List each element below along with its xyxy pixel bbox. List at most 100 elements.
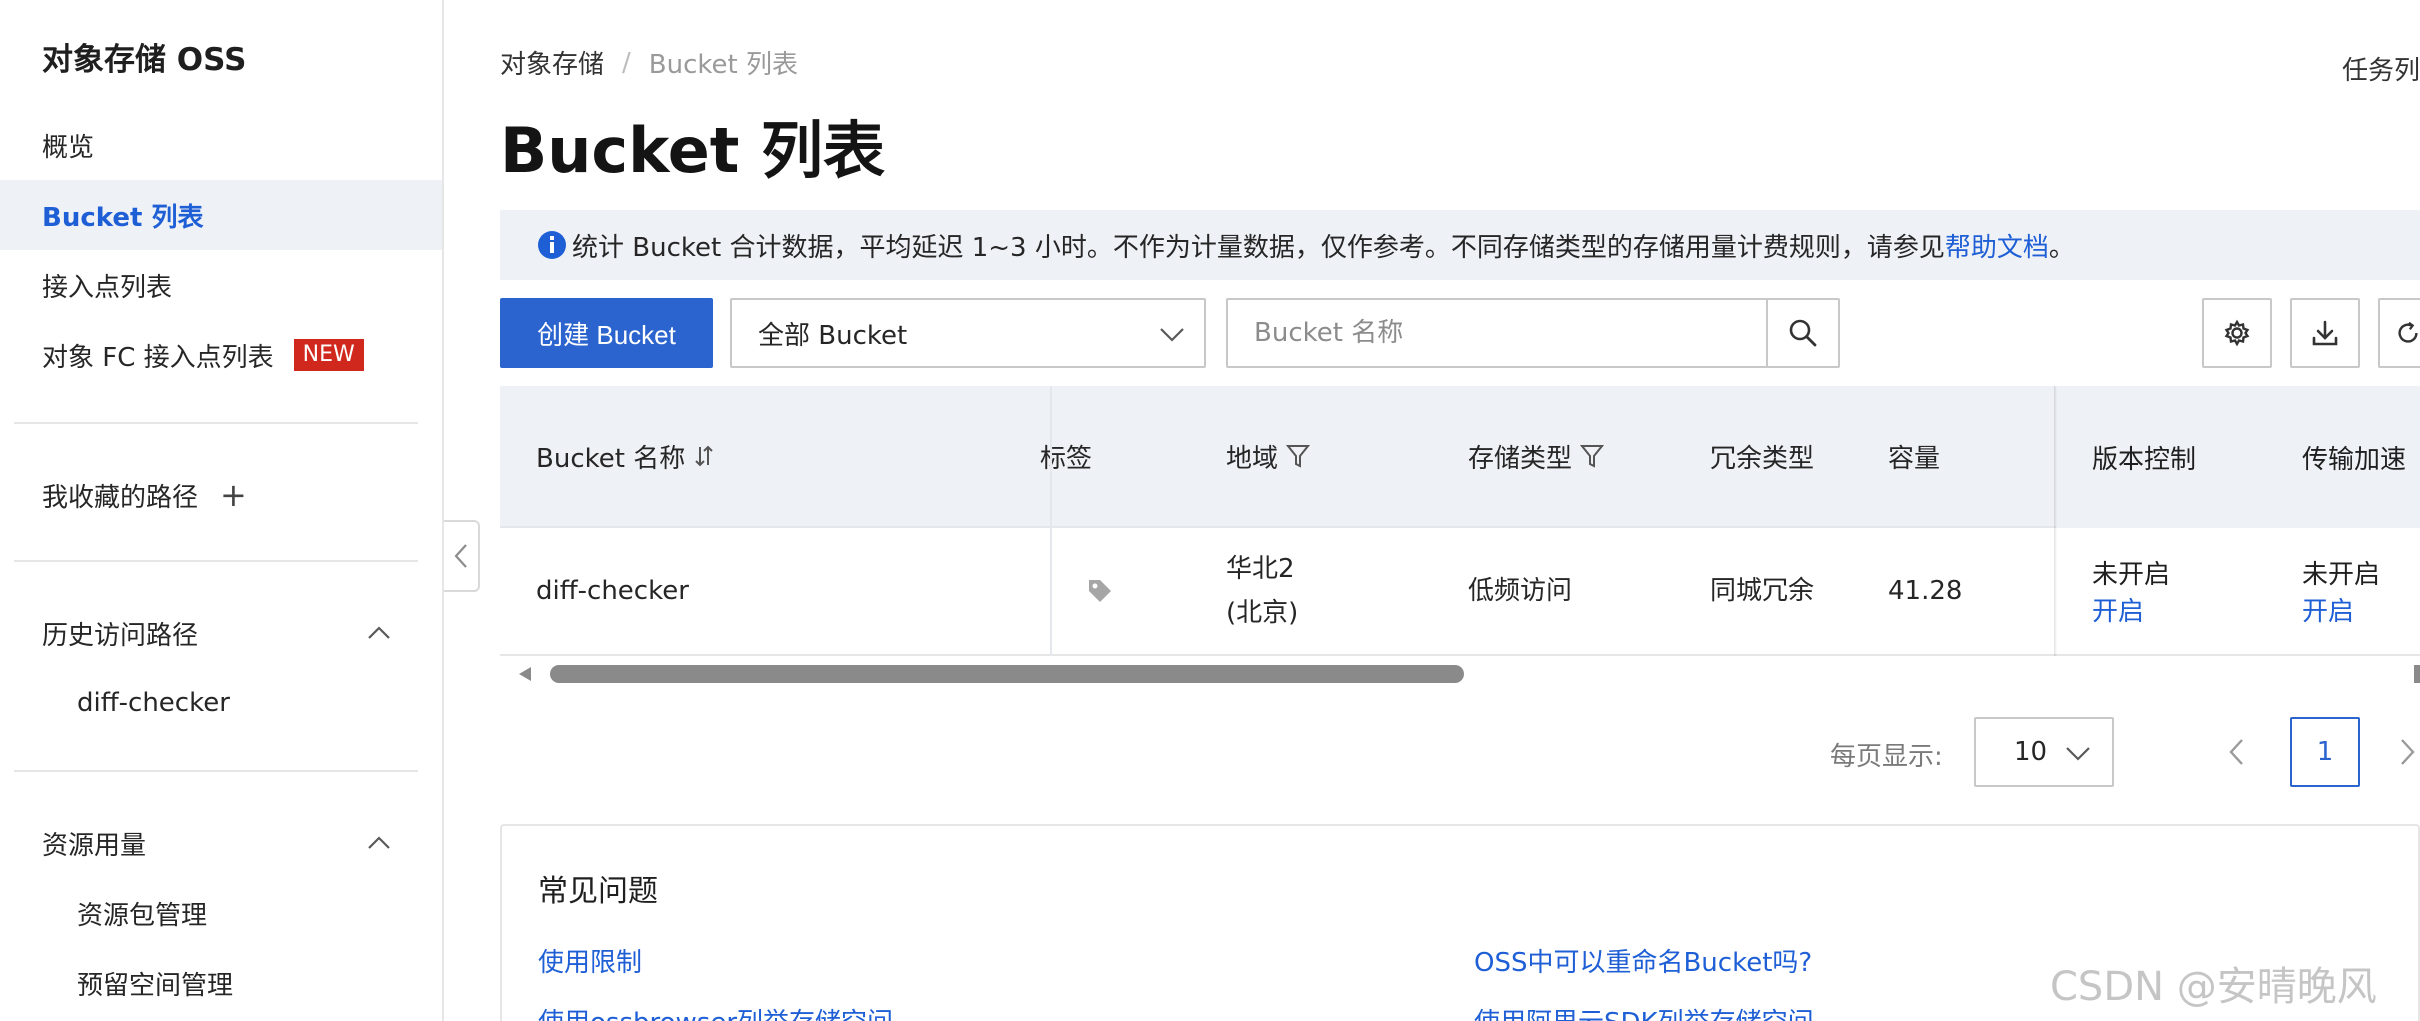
faq-link[interactable]: 使用ossbrowser列举存储空间	[538, 1002, 893, 1021]
search-icon	[1789, 319, 1817, 347]
refresh-button[interactable]	[2378, 298, 2420, 368]
sidebar-item-label: 我收藏的路径	[42, 482, 199, 513]
scroll-left-icon[interactable]	[516, 665, 534, 683]
sidebar-item-resource-packages[interactable]: 资源包管理	[0, 878, 442, 948]
main-content: 对象存储 / Bucket 列表 任务列表 Bucket 列表 统计 Bucke…	[446, 0, 2420, 1021]
sidebar-item-access-points[interactable]: 接入点列表	[0, 250, 442, 320]
chevron-down-icon	[1160, 328, 1184, 342]
enable-versioning-link[interactable]: 开启	[2092, 591, 2144, 628]
capacity-cell: 41.28	[1888, 576, 1963, 606]
sidebar-item-label: 历史访问路径	[42, 620, 199, 651]
page-title: Bucket 列表	[500, 114, 885, 187]
info-notice: 统计 Bucket 合计数据，平均延迟 1~3 小时。不作为计量数据，仅作参考。…	[500, 210, 2420, 280]
breadcrumb: 对象存储 / Bucket 列表	[500, 44, 798, 81]
bucket-table: Bucket 名称 标签 地域 存储类型 冗余类型 容量 diff-checke…	[500, 386, 2420, 656]
chevron-up-icon[interactable]	[366, 830, 392, 856]
tag-icon[interactable]	[1086, 528, 1114, 654]
sidebar-group-usage[interactable]: 资源用量	[0, 808, 442, 878]
col-header-tags: 标签	[1040, 443, 1093, 474]
faq-title: 常见问题	[538, 874, 658, 909]
search-box	[1226, 298, 1840, 368]
sidebar-item-label: 对象 FC 接入点列表	[42, 342, 274, 373]
sidebar-item-label: 资源用量	[42, 830, 147, 861]
fixed-columns-row: 未开启 开启 未开启 开启	[2056, 528, 2420, 654]
download-icon	[2312, 320, 2338, 346]
info-icon	[536, 229, 568, 261]
sidebar-item-label: 概览	[42, 132, 95, 163]
sidebar-divider	[14, 770, 418, 772]
sidebar-item-label: 接入点列表	[42, 272, 173, 303]
col-header-acceleration: 传输加速	[2302, 444, 2407, 475]
per-page-label: 每页显示:	[1830, 742, 1943, 772]
sidebar-item-overview[interactable]: 概览	[0, 110, 442, 180]
acceleration-status: 未开启	[2302, 560, 2381, 590]
bucket-name-link[interactable]: diff-checker	[536, 528, 689, 654]
column-divider	[1050, 386, 1052, 656]
scrollbar-thumb[interactable]	[550, 665, 1464, 683]
faq-link[interactable]: OSS中可以重命名Bucket吗?	[1474, 942, 1812, 979]
acceleration-cell: 未开启 开启	[2302, 528, 2380, 654]
fixed-columns-header: 版本控制 传输加速	[2056, 386, 2420, 528]
sidebar-group-history[interactable]: 历史访问路径	[0, 598, 442, 668]
filter-icon[interactable]	[1580, 443, 1605, 469]
search-button[interactable]	[1766, 300, 1838, 366]
gear-icon	[2224, 319, 2250, 347]
sidebar: 对象存储 OSS 概览 Bucket 列表 接入点列表 对象 FC 接入点列表 …	[0, 0, 444, 1021]
sidebar-item-bucket-list[interactable]: Bucket 列表	[0, 180, 442, 250]
sidebar-item-history-diff-checker[interactable]: diff-checker	[0, 668, 442, 738]
refresh-icon	[2398, 321, 2418, 343]
sidebar-divider	[14, 422, 418, 424]
col-header-region[interactable]: 地域	[1226, 386, 1311, 526]
per-page-select[interactable]: 10	[1974, 717, 2114, 787]
versioning-cell: 未开启 开启	[2092, 528, 2170, 654]
sidebar-item-label: Bucket 列表	[42, 202, 204, 233]
sidebar-item-favorites[interactable]: 我收藏的路径 +	[0, 460, 442, 530]
add-favorite-icon[interactable]: +	[220, 476, 247, 514]
download-button[interactable]	[2290, 298, 2360, 368]
sidebar-item-reserved-capacity[interactable]: 预留空间管理	[0, 948, 442, 1018]
scroll-right-icon[interactable]	[2414, 665, 2420, 683]
settings-button[interactable]	[2202, 298, 2272, 368]
col-header-versioning: 版本控制	[2092, 444, 2197, 475]
fixed-column-shadow	[2054, 386, 2057, 656]
sidebar-item-label: 资源包管理	[77, 900, 208, 931]
chevron-down-icon	[2066, 747, 2090, 761]
info-suffix: 。	[2048, 232, 2075, 263]
sidebar-divider	[14, 560, 418, 562]
prev-page-icon[interactable]	[2226, 734, 2248, 770]
sidebar-item-label: 预留空间管理	[77, 970, 234, 1001]
faq-link[interactable]: 使用阿里云SDK列举存储空间	[1474, 1002, 1814, 1021]
col-header-capacity: 容量	[1888, 443, 1941, 474]
breadcrumb-separator: /	[622, 47, 631, 78]
help-doc-link[interactable]: 帮助文档	[1945, 227, 2049, 264]
redundancy-cell: 同城冗余	[1710, 576, 1815, 606]
region-cell: 华北2 (北京)	[1226, 554, 1299, 628]
sidebar-item-fc-access-points[interactable]: 对象 FC 接入点列表 NEW	[0, 320, 442, 390]
horizontal-scrollbar[interactable]	[500, 660, 2420, 688]
create-bucket-button[interactable]: 创建 Bucket	[500, 298, 713, 368]
search-input[interactable]	[1228, 300, 1766, 366]
bucket-filter-select[interactable]: 全部 Bucket	[730, 298, 1206, 368]
breadcrumb-current: Bucket 列表	[648, 50, 798, 80]
col-header-storage-class[interactable]: 存储类型	[1468, 386, 1605, 526]
watermark: CSDN @安晴晚风	[2050, 964, 2377, 1010]
info-text: 统计 Bucket 合计数据，平均延迟 1~3 小时。不作为计量数据，仅作参考。…	[572, 232, 1945, 263]
sidebar-item-label: diff-checker	[77, 688, 230, 718]
faq-link[interactable]: 使用限制	[538, 942, 642, 979]
versioning-status: 未开启	[2092, 560, 2171, 590]
sort-icon[interactable]	[693, 443, 715, 469]
breadcrumb-root[interactable]: 对象存储	[500, 44, 604, 81]
new-badge: NEW	[293, 339, 364, 371]
filter-icon[interactable]	[1286, 443, 1311, 469]
chevron-up-icon[interactable]	[366, 620, 392, 646]
per-page-value: 10	[2014, 737, 2048, 767]
sidebar-title: 对象存储 OSS	[42, 42, 247, 78]
task-list-link[interactable]: 任务列表	[2342, 50, 2420, 87]
col-header-name[interactable]: Bucket 名称	[536, 386, 715, 526]
bucket-filter-value: 全部 Bucket	[758, 320, 908, 351]
storage-class-cell: 低频访问	[1468, 576, 1573, 606]
page-button-current[interactable]: 1	[2290, 717, 2360, 787]
next-page-icon[interactable]	[2396, 734, 2418, 770]
enable-acceleration-link[interactable]: 开启	[2302, 591, 2354, 628]
col-header-redundancy: 冗余类型	[1710, 443, 1815, 474]
